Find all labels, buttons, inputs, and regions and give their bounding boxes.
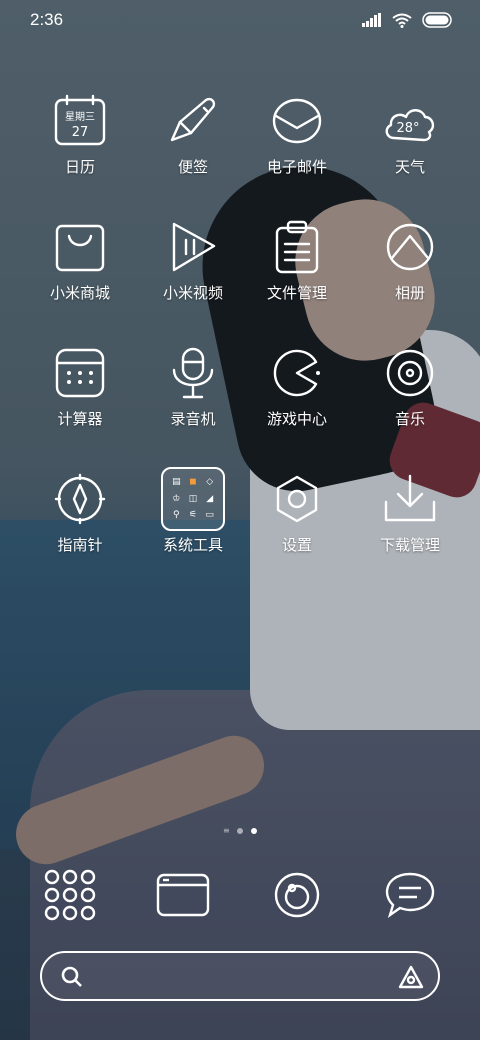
signal-icon [362,13,381,27]
calculator-icon [25,342,135,404]
search-bar[interactable] [40,951,440,1001]
dock-app-drawer[interactable] [30,860,110,930]
assistant-icon[interactable] [398,965,424,989]
app-notes[interactable]: 便签 [138,90,248,200]
app-label: 音乐 [394,410,425,428]
svg-text:27: 27 [72,125,89,140]
file-manager-icon [242,216,352,278]
app-label: 下载管理 [379,536,440,554]
app-label: 计算器 [57,410,103,428]
app-file-manager[interactable]: 文件管理 [242,216,352,326]
notes-icon [138,90,248,152]
app-label: 电子邮件 [266,158,327,176]
email-icon [242,90,352,152]
page-indicator-menu: ≡ [223,826,230,835]
dock [0,860,480,940]
music-icon [355,342,465,404]
dock-browser[interactable] [143,860,223,930]
app-calendar[interactable]: 星期三 27 日历 [25,90,135,200]
camera-icon [274,872,320,918]
wifi-icon [392,13,412,28]
status-icons [362,12,454,28]
folder-preview: ▤ ◼ ◇ ♔ ◫ ◢ ⚲ ⚟ ▭ [161,467,225,531]
app-settings[interactable]: 设置 [242,468,352,578]
game-center-icon [242,342,352,404]
app-label: 小米视频 [162,284,223,302]
download-icon [355,468,465,530]
compass-icon [25,468,135,530]
app-label: 日历 [64,158,95,176]
mall-bag-icon [25,216,135,278]
app-email[interactable]: 电子邮件 [242,90,352,200]
browser-icon [156,873,210,917]
search-icon [61,966,82,987]
status-bar: 2:36 [0,0,480,40]
page-dot-2[interactable] [251,828,257,834]
messages-icon [385,872,435,918]
search-input[interactable] [102,961,366,993]
gallery-icon [355,216,465,278]
app-label: 录音机 [170,410,216,428]
folder-icon: ▤ ◼ ◇ ♔ ◫ ◢ ⚲ ⚟ ▭ [138,467,248,531]
app-folder[interactable]: ▤ ◼ ◇ ♔ ◫ ◢ ⚲ ⚟ ▭ 系统工具 [138,467,248,578]
app-label: 便签 [177,158,208,176]
calendar-icon: 星期三 27 [25,90,135,152]
weather-icon: 28° [355,90,465,152]
app-mall-bag[interactable]: 小米商城 [25,216,135,326]
app-video[interactable]: 小米视频 [138,216,248,326]
app-label: 天气 [394,158,425,176]
app-label: 相册 [394,284,425,302]
battery-icon [422,12,452,28]
page-dot-1[interactable] [237,828,243,834]
app-music[interactable]: 音乐 [355,342,465,452]
app-label: 小米商城 [49,284,110,302]
app-game-center[interactable]: 游戏中心 [242,342,352,452]
svg-text:28°: 28° [396,121,419,136]
app-drawer-icon [44,869,96,921]
app-label: 游戏中心 [266,410,327,428]
video-icon [138,216,248,278]
app-label: 文件管理 [266,284,327,302]
dock-messages[interactable] [370,860,450,930]
app-label: 系统工具 [162,536,223,554]
settings-icon [242,468,352,530]
app-compass[interactable]: 指南针 [25,468,135,578]
app-label: 设置 [281,536,312,554]
app-gallery[interactable]: 相册 [355,216,465,326]
recorder-icon [138,342,248,404]
page-indicator: ≡ [0,826,480,835]
app-label: 指南针 [57,536,103,554]
app-recorder[interactable]: 录音机 [138,342,248,452]
status-time: 2:36 [30,10,64,29]
svg-text:星期三: 星期三 [65,111,95,123]
app-calculator[interactable]: 计算器 [25,342,135,452]
app-download[interactable]: 下载管理 [355,468,465,578]
app-weather[interactable]: 28° 天气 [355,90,465,200]
dock-camera[interactable] [257,860,337,930]
